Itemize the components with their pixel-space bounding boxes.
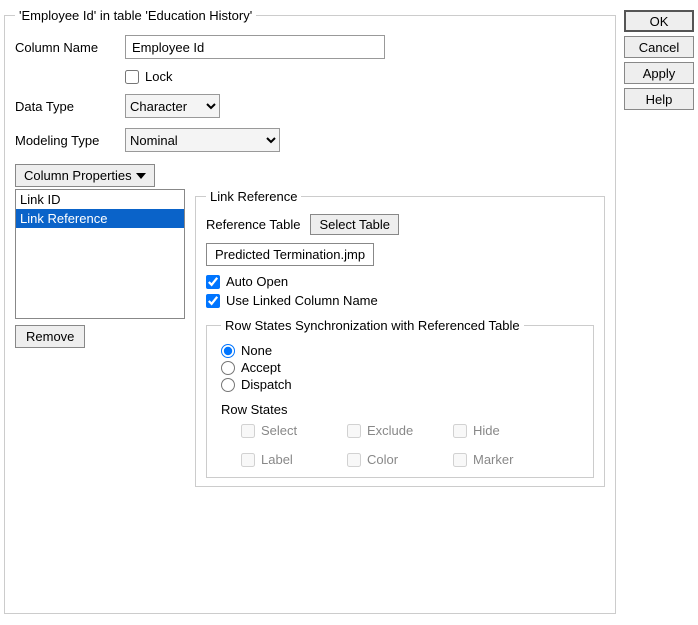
column-info-group: 'Employee Id' in table 'Education Histor… <box>4 8 616 614</box>
sync-dispatch-label[interactable]: Dispatch <box>241 377 292 392</box>
exclude-checkbox-label: Exclude <box>347 423 447 438</box>
row-states-sync-group: Row States Synchronization with Referenc… <box>206 318 594 478</box>
data-type-label: Data Type <box>15 99 125 114</box>
data-type-select[interactable]: Character <box>125 94 220 118</box>
sync-none-radio[interactable] <box>221 344 235 358</box>
column-name-input[interactable] <box>125 35 385 59</box>
lock-checkbox[interactable] <box>125 70 139 84</box>
sync-accept-label[interactable]: Accept <box>241 360 281 375</box>
lock-label[interactable]: Lock <box>145 69 172 84</box>
sync-none-label[interactable]: None <box>241 343 272 358</box>
cancel-button[interactable]: Cancel <box>624 36 694 58</box>
marker-checkbox-label: Marker <box>453 452 553 467</box>
link-reference-title: Link Reference <box>206 189 301 204</box>
column-properties-list[interactable]: Link ID Link Reference <box>15 189 185 319</box>
row-states-label: Row States <box>221 402 583 417</box>
hide-checkbox-label: Hide <box>453 423 553 438</box>
select-checkbox <box>241 424 255 438</box>
list-item[interactable]: Link ID <box>16 190 184 209</box>
reference-table-label: Reference Table <box>206 217 300 232</box>
remove-button[interactable]: Remove <box>15 325 85 348</box>
use-linked-checkbox[interactable] <box>206 294 220 308</box>
row-states-sync-title: Row States Synchronization with Referenc… <box>221 318 524 333</box>
link-reference-group: Link Reference Reference Table Select Ta… <box>195 189 605 487</box>
auto-open-checkbox[interactable] <box>206 275 220 289</box>
label-checkbox <box>241 453 255 467</box>
column-properties-button[interactable]: Column Properties <box>15 164 155 187</box>
select-checkbox-label: Select <box>241 423 341 438</box>
exclude-checkbox <box>347 424 361 438</box>
hide-checkbox <box>453 424 467 438</box>
sync-dispatch-radio[interactable] <box>221 378 235 392</box>
list-item[interactable]: Link Reference <box>16 209 184 228</box>
column-info-title: 'Employee Id' in table 'Education Histor… <box>15 8 256 23</box>
column-name-label: Column Name <box>15 40 125 55</box>
color-checkbox <box>347 453 361 467</box>
ok-button[interactable]: OK <box>624 10 694 32</box>
apply-button[interactable]: Apply <box>624 62 694 84</box>
sync-accept-radio[interactable] <box>221 361 235 375</box>
reference-table-file[interactable]: Predicted Termination.jmp <box>206 243 374 266</box>
color-checkbox-label: Color <box>347 452 447 467</box>
help-button[interactable]: Help <box>624 88 694 110</box>
modeling-type-select[interactable]: Nominal <box>125 128 280 152</box>
select-table-button[interactable]: Select Table <box>310 214 399 235</box>
label-checkbox-label: Label <box>241 452 341 467</box>
marker-checkbox <box>453 453 467 467</box>
auto-open-label[interactable]: Auto Open <box>226 274 288 289</box>
modeling-type-label: Modeling Type <box>15 133 125 148</box>
use-linked-label[interactable]: Use Linked Column Name <box>226 293 378 308</box>
chevron-down-icon <box>136 173 146 179</box>
